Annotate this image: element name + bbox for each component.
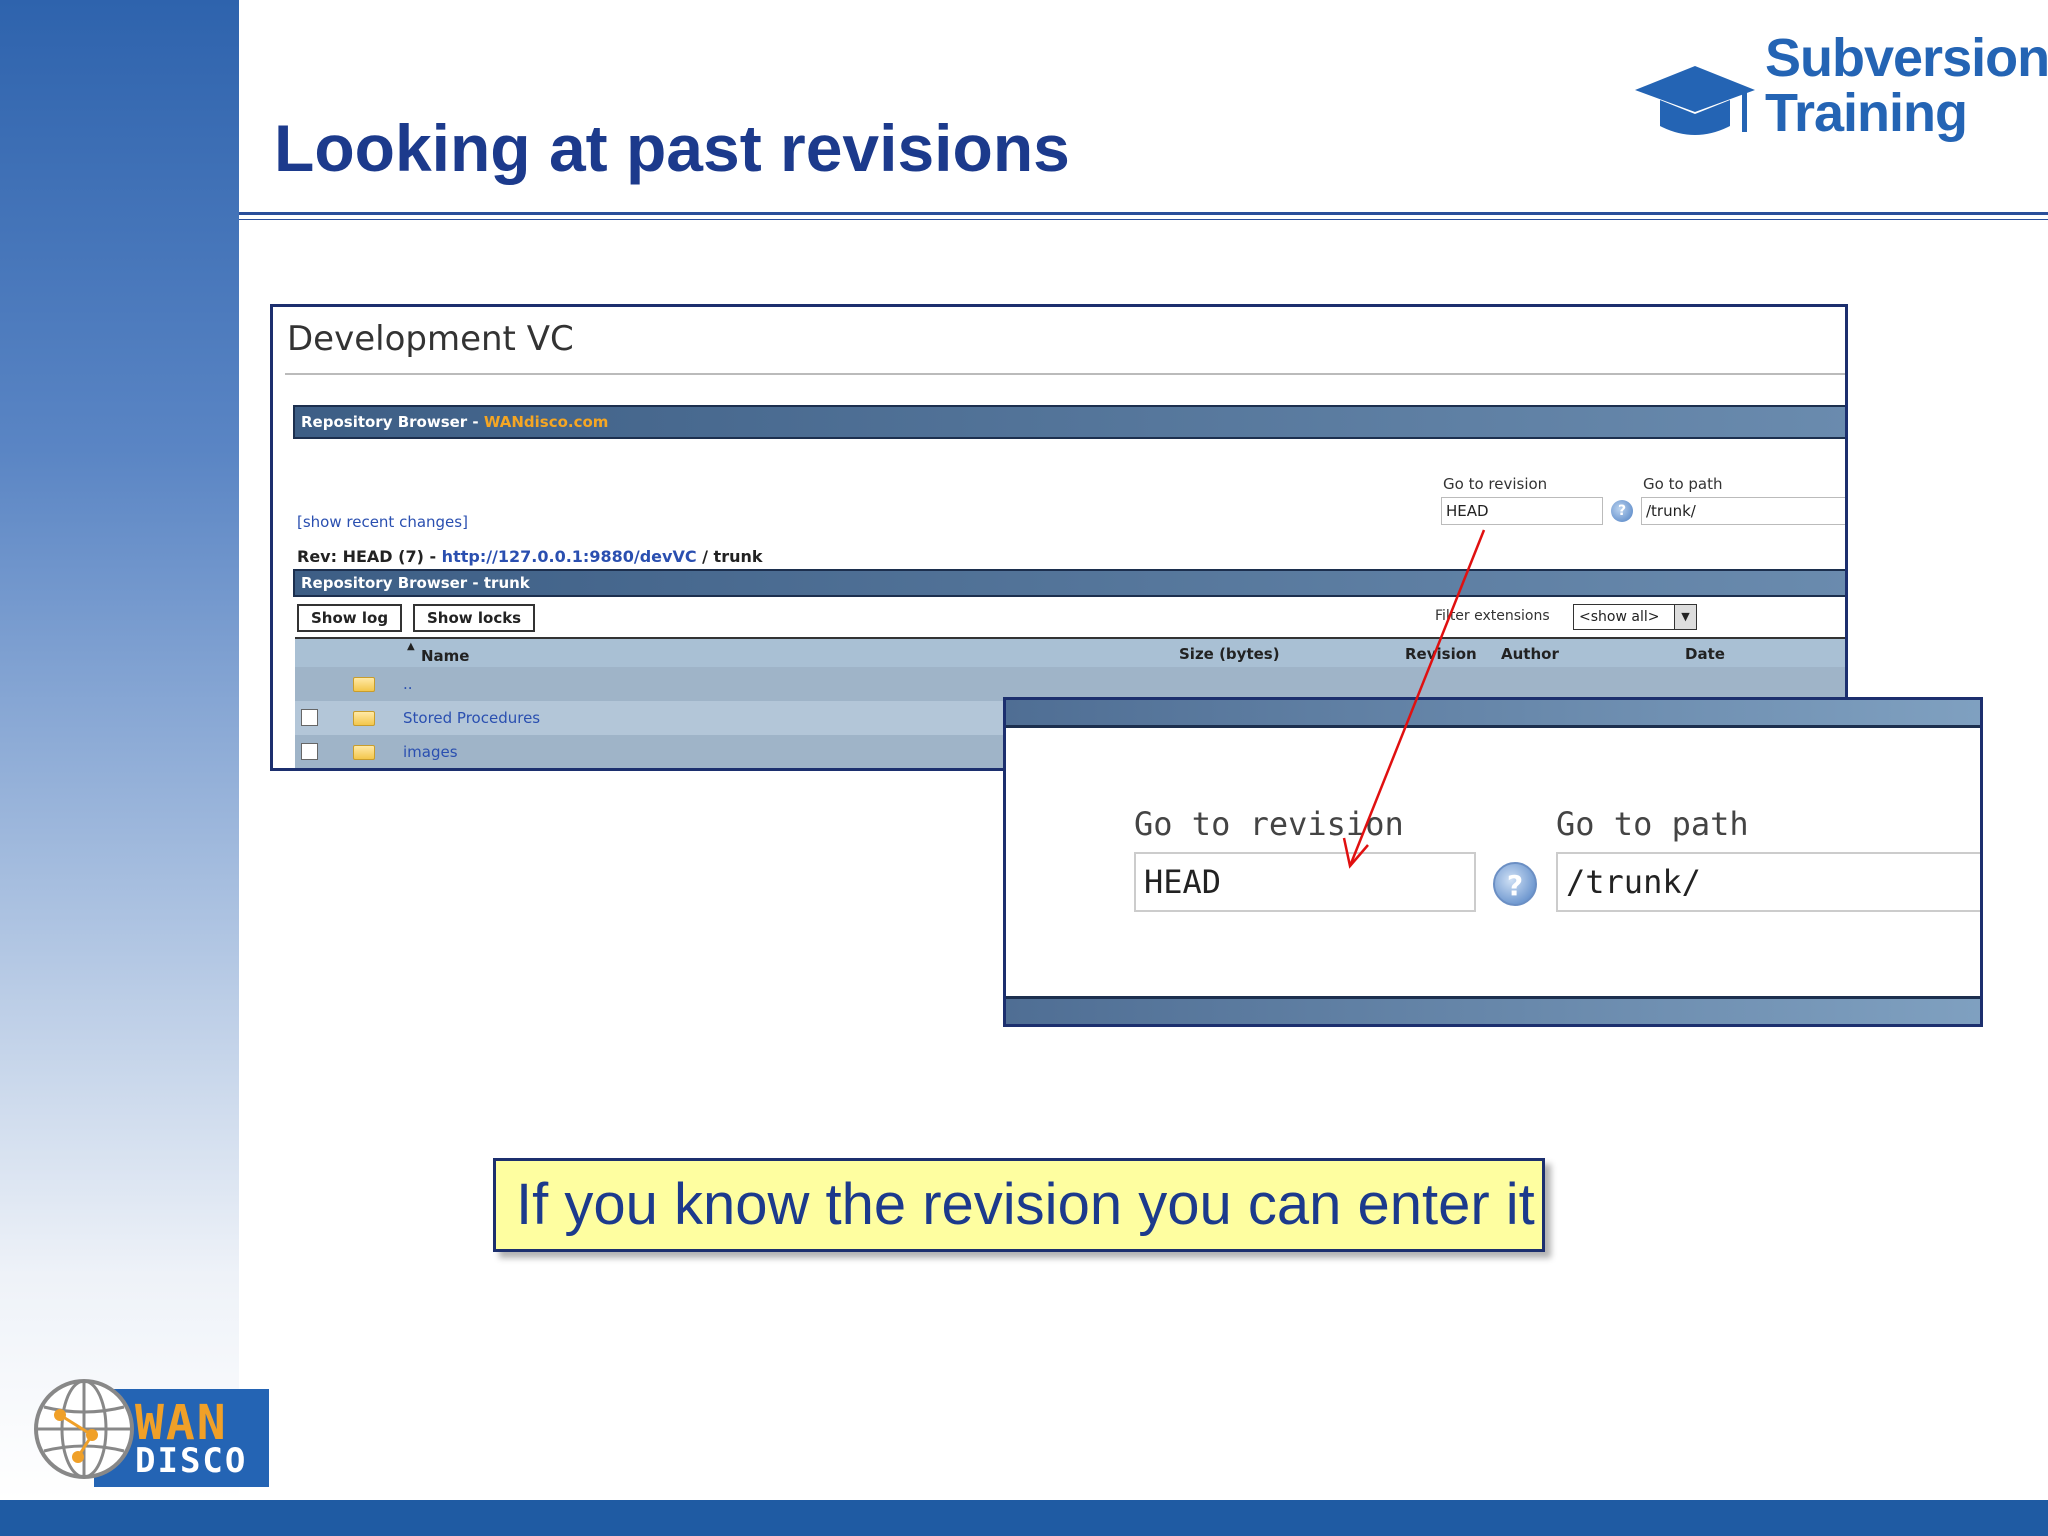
go-to-path-label: Go to path <box>1643 475 1723 493</box>
revision-path: / trunk <box>696 547 763 566</box>
callout-box: If you know the revision you can enter i… <box>493 1158 1545 1252</box>
row-checkbox[interactable] <box>301 743 318 760</box>
zoom-help-icon[interactable]: ? <box>1493 862 1537 906</box>
show-log-button[interactable]: Show log <box>297 604 403 632</box>
go-to-revision-input[interactable]: HEAD <box>1441 497 1603 525</box>
logo-word-subversion: Subversion <box>1765 28 2048 88</box>
page-title-divider <box>285 373 1845 375</box>
zoom-go-to-path-label: Go to path <box>1556 805 1749 843</box>
show-locks-button[interactable]: Show locks <box>413 604 536 632</box>
folder-icon <box>353 711 375 726</box>
sort-arrow-icon[interactable]: ▲ <box>407 641 415 652</box>
title-divider-thin <box>239 219 2048 220</box>
title-divider <box>239 212 2048 215</box>
zoom-go-to-revision-input[interactable]: HEAD <box>1134 852 1476 912</box>
repository-browser-subheader: Repository Browser - trunk <box>293 569 1845 597</box>
go-to-revision-label: Go to revision <box>1443 475 1548 493</box>
filter-extensions-select[interactable]: <show all> ▼ <box>1573 604 1697 630</box>
zoom-go-to-revision-label: Go to revision <box>1134 805 1404 843</box>
table-header: ▲ Name Size (bytes) Revision Author Date <box>295 637 1845 667</box>
column-name[interactable]: Name <box>421 647 469 665</box>
row-name-link[interactable]: images <box>403 743 458 761</box>
repository-url-link[interactable]: http://127.0.0.1:9880/devVC <box>442 547 697 566</box>
subversion-training-logo: Subversion Training <box>1630 28 2048 148</box>
go-to-path-input[interactable]: /trunk/ <box>1641 497 1845 525</box>
logo-word-training: Training <box>1765 83 1968 143</box>
row-name-link[interactable]: .. <box>403 675 413 693</box>
wandisco-logo: WAN DISCO <box>30 1375 269 1487</box>
filter-extensions-label: Filter extensions <box>1435 608 1550 624</box>
repository-browser-header: Repository Browser - WANdisco.com <box>293 405 1845 439</box>
column-revision[interactable]: Revision <box>1405 645 1477 663</box>
bottom-bar <box>0 1500 2048 1536</box>
chevron-down-icon[interactable]: ▼ <box>1674 605 1696 629</box>
show-recent-changes-link[interactable]: [show recent changes] <box>297 513 468 531</box>
graduation-cap-icon <box>1635 66 1755 135</box>
zoom-header-bar <box>1006 700 1980 728</box>
filter-extensions-value: <show all> <box>1579 609 1660 625</box>
wandisco-link[interactable]: WANdisco.com <box>484 413 609 431</box>
row-checkbox[interactable] <box>301 709 318 726</box>
left-gradient-band <box>0 0 239 1500</box>
table-row[interactable]: .. <box>295 667 1845 701</box>
help-icon[interactable]: ? <box>1611 500 1633 522</box>
folder-icon <box>353 677 375 692</box>
slide-title: Looking at past revisions <box>274 111 1070 185</box>
column-date[interactable]: Date <box>1685 645 1725 663</box>
zoom-go-to-path-input[interactable]: /trunk/ <box>1556 852 1980 912</box>
row-name-link[interactable]: Stored Procedures <box>403 709 540 727</box>
globe-icon <box>34 1379 134 1479</box>
revision-prefix: Rev: HEAD (7) - <box>297 547 442 566</box>
header-label: Repository Browser - <box>301 413 484 431</box>
logo-word-disco: DISCO <box>135 1441 248 1481</box>
column-size[interactable]: Size (bytes) <box>1179 645 1280 663</box>
zoomed-inset: Go to revision Go to path HEAD ? /trunk/ <box>1003 697 1983 1027</box>
column-author[interactable]: Author <box>1501 645 1559 663</box>
slide: Looking at past revisions Subversion Tra… <box>0 0 2048 1536</box>
page-title: Development VC <box>287 319 574 359</box>
revision-line: Rev: HEAD (7) - http://127.0.0.1:9880/de… <box>297 547 763 566</box>
folder-icon <box>353 745 375 760</box>
zoom-footer-bar <box>1006 996 1980 1024</box>
